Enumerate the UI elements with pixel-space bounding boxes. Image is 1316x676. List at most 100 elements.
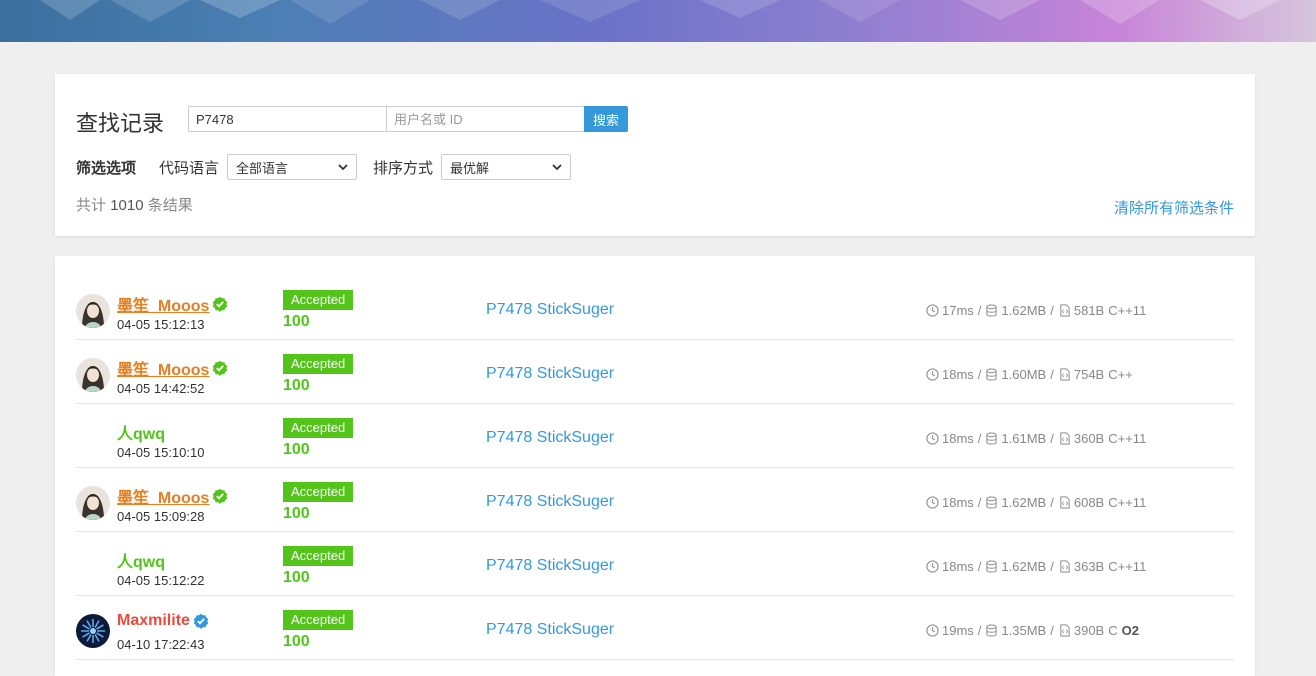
code-size: 390B xyxy=(1073,623,1105,638)
status-badge[interactable]: Accepted xyxy=(283,610,354,630)
sort-label: 排序方式 xyxy=(373,159,434,177)
separator: / xyxy=(977,367,982,382)
memory-used: 1.35MB xyxy=(1001,623,1047,638)
filter-panel: 查找记录 搜索 筛选选项 代码语言 全部语言 排序方式 最优解 共计 1010 … xyxy=(55,74,1255,236)
code-size: 608B xyxy=(1073,495,1105,510)
record-meta: 18ms / 1.61MB / 360B C++11 xyxy=(926,431,1146,446)
problem-link[interactable]: P7478 StickSuger xyxy=(486,621,614,639)
problem-link[interactable]: P7478 StickSuger xyxy=(486,365,614,383)
separator: / xyxy=(1050,303,1054,318)
problem-link[interactable]: P7478 StickSuger xyxy=(486,557,614,575)
file-code-icon xyxy=(1060,432,1070,445)
username: 墨笙_Mooos xyxy=(117,298,210,315)
avatar[interactable] xyxy=(76,486,110,520)
submit-time: 04-05 15:10:10 xyxy=(117,445,205,460)
record-row: 墨笙_Mooos 04-05 15:12:13 Accepted 100 P74… xyxy=(76,276,1234,340)
result-count-suffix: 条结果 xyxy=(147,197,193,214)
avatar[interactable] xyxy=(76,358,110,392)
separator: / xyxy=(1050,367,1054,382)
sort-select[interactable]: 最优解 xyxy=(441,154,572,180)
user-input[interactable] xyxy=(387,107,585,131)
database-icon xyxy=(986,624,998,637)
username-link[interactable]: 墨笙_Mooos xyxy=(117,484,228,508)
submit-time: 04-05 15:12:13 xyxy=(117,317,205,332)
score: 100 xyxy=(283,313,310,330)
database-icon xyxy=(986,560,998,573)
file-code-icon xyxy=(1060,368,1070,381)
status-badge[interactable]: Accepted xyxy=(283,290,354,310)
separator: / xyxy=(1050,495,1054,510)
chevron-down-icon xyxy=(338,164,348,171)
username-link[interactable]: 人qwq xyxy=(117,548,165,572)
code-size: 360B xyxy=(1073,431,1105,446)
status-badge[interactable]: Accepted xyxy=(283,482,354,502)
problem-id-input[interactable] xyxy=(189,107,387,131)
mountain-decoration xyxy=(40,0,1280,24)
code-language: C xyxy=(1108,623,1118,638)
anime-avatar-image xyxy=(76,358,110,392)
record-meta: 18ms / 1.60MB / 754B C++ xyxy=(926,367,1133,382)
database-icon xyxy=(986,304,998,317)
code-language: C++ xyxy=(1108,367,1133,382)
username-link[interactable]: 人qwq xyxy=(117,420,165,444)
problem-link[interactable]: P7478 StickSuger xyxy=(486,429,614,447)
status-badge[interactable]: Accepted xyxy=(283,546,354,566)
score: 100 xyxy=(283,441,310,458)
avatar[interactable] xyxy=(76,294,110,328)
username-link[interactable]: 墨笙_Mooos xyxy=(117,292,228,316)
clock-icon xyxy=(926,432,939,445)
time-used: 19ms xyxy=(942,623,974,638)
username-link[interactable]: Maxmilite xyxy=(117,612,209,630)
problem-link[interactable]: P7478 StickSuger xyxy=(486,493,614,511)
username: 人qwq xyxy=(117,426,165,443)
blue-flower-avatar-image xyxy=(76,614,110,648)
clock-icon xyxy=(926,304,939,317)
language-select[interactable]: 全部语言 xyxy=(227,154,358,180)
anime-avatar-image xyxy=(76,486,110,520)
memory-used: 1.62MB xyxy=(1001,495,1047,510)
verified-icon xyxy=(193,613,209,629)
memory-used: 1.60MB xyxy=(1001,367,1047,382)
time-used: 18ms xyxy=(942,431,974,446)
score: 100 xyxy=(283,505,310,522)
record-meta: 18ms / 1.62MB / 363B C++11 xyxy=(926,559,1146,574)
code-size: 363B xyxy=(1073,559,1105,574)
time-used: 18ms xyxy=(942,495,974,510)
separator: / xyxy=(977,431,982,446)
anime-avatar-image xyxy=(76,294,110,328)
search-box xyxy=(188,106,586,132)
separator: / xyxy=(1050,431,1054,446)
language-label: 代码语言 xyxy=(159,159,220,177)
file-code-icon xyxy=(1060,496,1070,509)
record-list: 墨笙_Mooos 04-05 15:12:13 Accepted 100 P74… xyxy=(55,256,1255,676)
record-meta: 18ms / 1.62MB / 608B C++11 xyxy=(926,495,1146,510)
file-code-icon xyxy=(1060,560,1070,573)
status-badge[interactable]: Accepted xyxy=(283,354,354,374)
database-icon xyxy=(986,496,998,509)
problem-link[interactable]: P7478 StickSuger xyxy=(486,301,614,319)
result-count-number: 1010 xyxy=(110,197,144,214)
submit-time: 04-10 17:22:43 xyxy=(117,637,205,652)
time-used: 18ms xyxy=(942,367,974,382)
username: Maxmilite xyxy=(117,612,190,629)
filter-options-row: 筛选选项 代码语言 全部语言 排序方式 最优解 xyxy=(76,154,587,180)
page-title: 查找记录 xyxy=(76,111,165,136)
database-icon xyxy=(986,368,998,381)
status-badge[interactable]: Accepted xyxy=(283,418,354,438)
avatar[interactable] xyxy=(76,614,110,648)
search-button[interactable]: 搜索 xyxy=(584,106,628,132)
record-row: 人qwq 04-05 15:10:10 Accepted 100 P7478 S… xyxy=(76,404,1234,468)
result-count: 共计 1010 条结果 xyxy=(76,194,193,215)
clock-icon xyxy=(926,624,939,637)
username-link[interactable]: 墨笙_Mooos xyxy=(117,356,228,380)
username: 墨笙_Mooos xyxy=(117,490,210,507)
separator: / xyxy=(977,623,982,638)
header-banner xyxy=(0,0,1316,42)
o2-flag: O2 xyxy=(1121,623,1139,638)
separator: / xyxy=(977,495,982,510)
clear-filters-link[interactable]: 清除所有筛选条件 xyxy=(1114,197,1234,218)
file-code-icon xyxy=(1060,304,1070,317)
memory-used: 1.61MB xyxy=(1001,431,1047,446)
clock-icon xyxy=(926,368,939,381)
time-used: 17ms xyxy=(942,303,974,318)
